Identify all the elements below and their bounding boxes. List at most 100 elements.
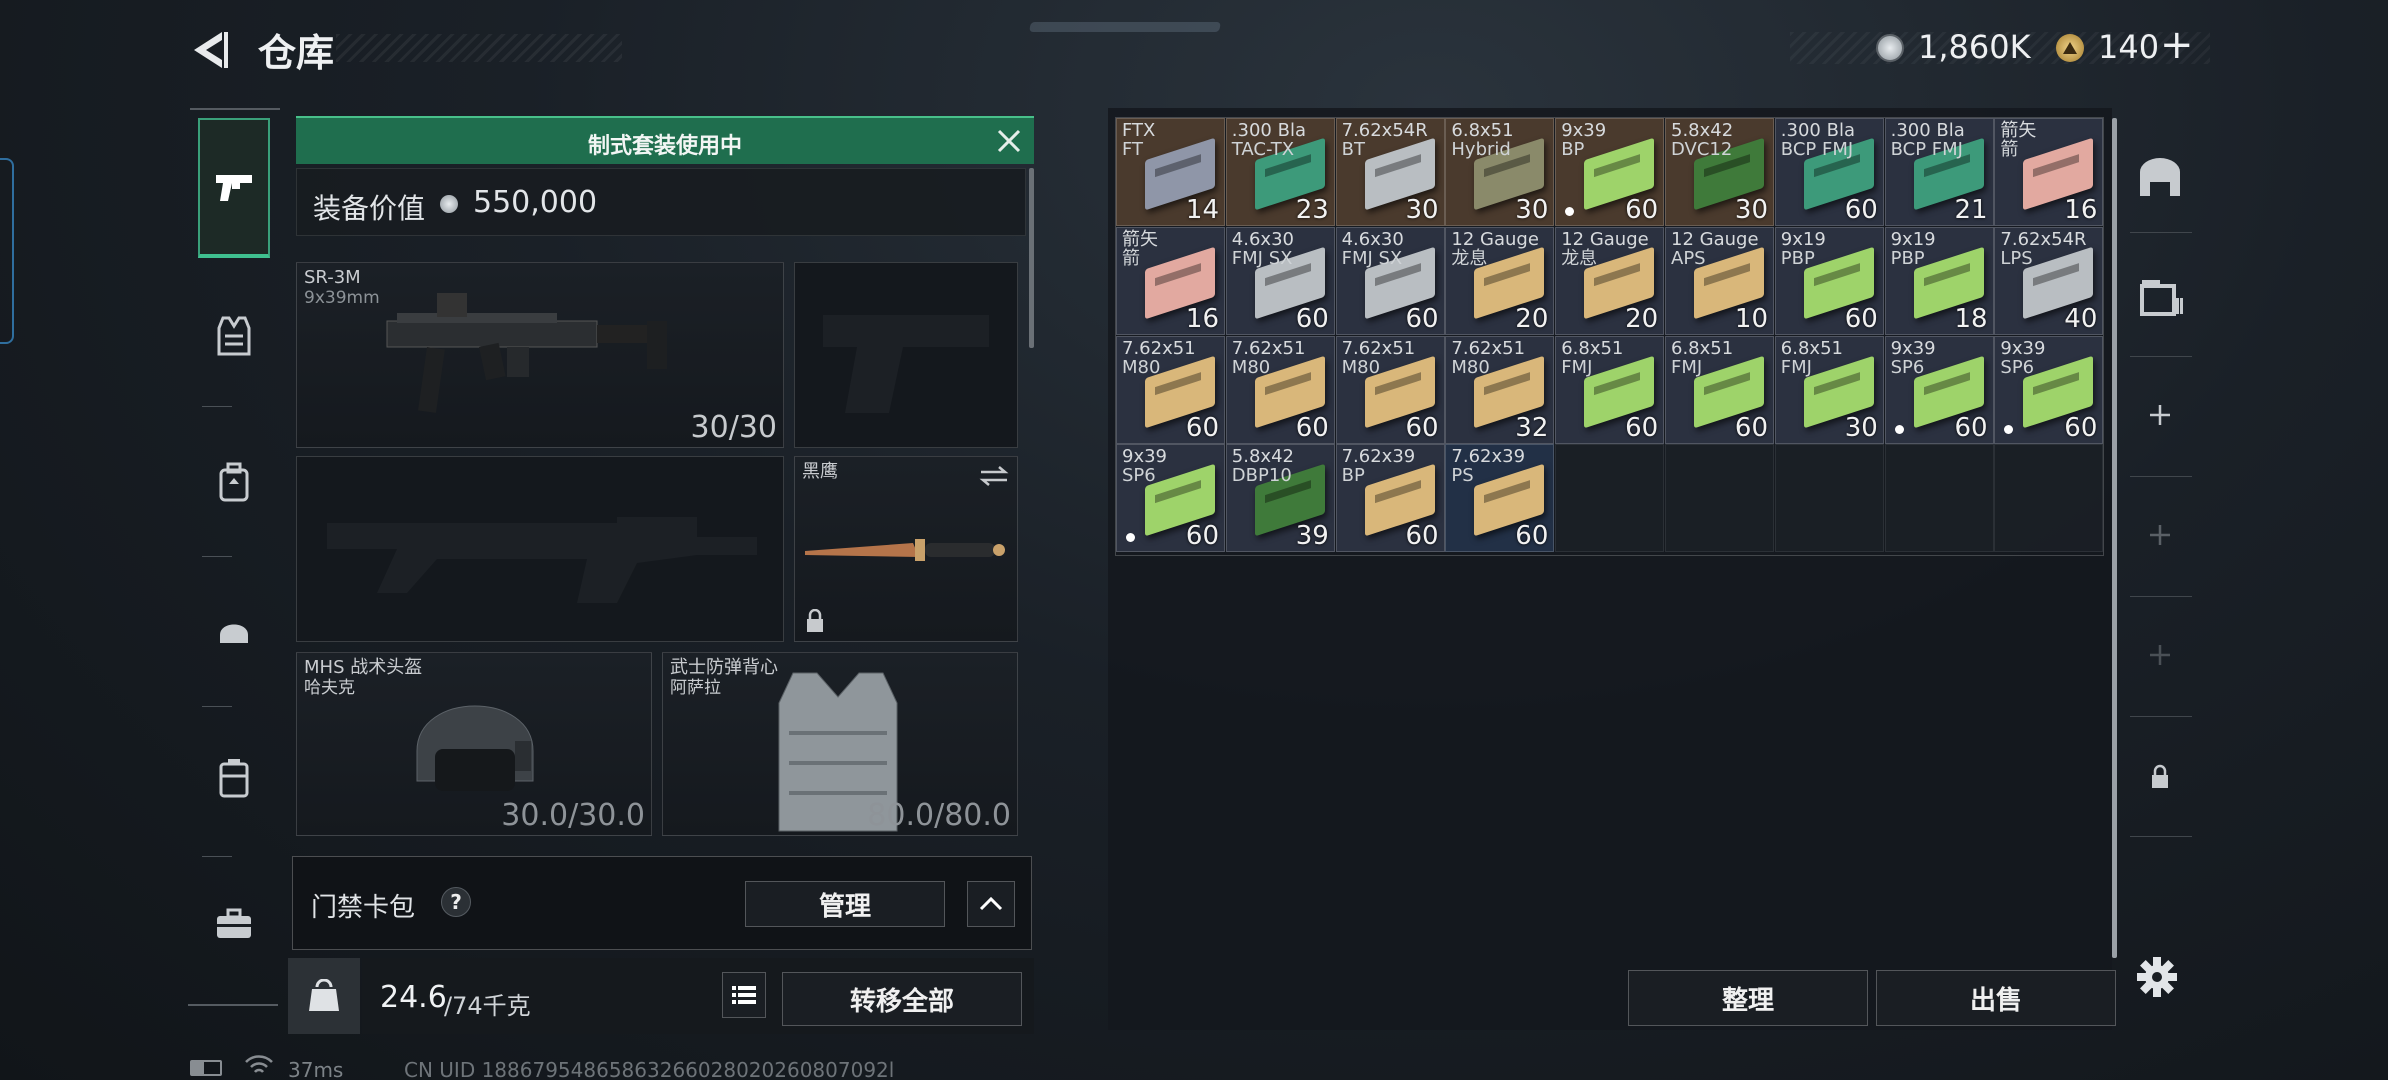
stash-item[interactable]: 箭矢箭 16 [1994, 118, 2104, 226]
collapse-button[interactable] [967, 881, 1015, 927]
stash-item[interactable]: 7.62x51 M80 32 [1445, 335, 1555, 444]
settings-button[interactable] [2122, 942, 2192, 1012]
stash-item[interactable]: 9x19 PBP 60 [1774, 226, 1884, 335]
item-quantity: 60 [1185, 412, 1219, 443]
stash-item[interactable]: 12 Gauge 龙息 20 [1445, 226, 1555, 335]
slot-melee[interactable]: 黑鹰 [794, 456, 1018, 642]
item-caliber: 7.62x51 [1231, 337, 1306, 359]
stash-item[interactable]: .300 Bla BCP FMJ 60 [1774, 118, 1884, 226]
empty-stash-slot[interactable] [1884, 444, 1994, 553]
stash-item[interactable]: 9x39 BP 60 [1555, 118, 1665, 226]
stash-item[interactable]: 6.8x51 FMJ 30 [1774, 335, 1884, 444]
item-caliber: 箭矢 [1122, 228, 1158, 250]
stash-item[interactable]: 9x39 SP6 60 [1884, 335, 1994, 444]
transfer-all-button[interactable]: 转移全部 [782, 972, 1022, 1026]
stash-item[interactable]: 5.8x42 DBP10 39 [1225, 444, 1335, 553]
list-view-button[interactable] [722, 972, 766, 1018]
title-decoration [336, 34, 622, 62]
stash-item[interactable]: 6.8x51 Hybrid 30 [1445, 118, 1555, 226]
weight-max: /74千克 [444, 992, 531, 1020]
slot-sidearm[interactable] [794, 262, 1018, 448]
chevron-up-icon [979, 897, 1003, 911]
stash-item[interactable]: 6.8x51 FMJ 60 [1665, 335, 1774, 444]
item-type: BP [1341, 465, 1365, 487]
loadout-value-row: 装备价值 550,000 [296, 168, 1026, 236]
container-separator [2130, 356, 2192, 357]
item-type: Hybrid [1451, 139, 1511, 160]
stash-item[interactable]: 12 Gauge APS 10 [1665, 226, 1774, 335]
stash-item[interactable]: 7.62x39 PS 60 [1445, 444, 1555, 553]
stash-item[interactable]: .300 Bla BCP FMJ 21 [1884, 118, 1994, 226]
stash-item[interactable]: 5.8x42 DVC12 30 [1665, 118, 1774, 226]
item-quantity: 40 [2064, 303, 2098, 334]
item-type: BCP FMJ [1780, 139, 1854, 160]
stash-item[interactable]: 7.62x51 M80 60 [1225, 335, 1335, 444]
stash-item[interactable]: 箭矢箭 16 [1116, 226, 1225, 335]
stash-item[interactable]: FTX FT 14 [1116, 118, 1225, 226]
stash-item[interactable]: 9x39 SP6 60 [1116, 444, 1225, 553]
sidebar-tab-helmet[interactable] [198, 594, 270, 666]
item-type: PS [1451, 465, 1474, 487]
stash-item[interactable]: 7.62x54R BT 30 [1335, 118, 1445, 226]
stash-item[interactable]: 7.62x54R LPS 40 [1994, 226, 2104, 335]
marker-dot [1894, 424, 1904, 434]
item-type: SP6 [2000, 356, 2035, 378]
slot-primary-weapon[interactable]: SR-3M 9x39mm 30/30 [296, 262, 784, 448]
stash-item[interactable]: 4.6x30 FMJ SX 60 [1335, 226, 1445, 335]
plus-icon [2150, 645, 2170, 665]
container-safe-tab[interactable] [2125, 142, 2195, 212]
container-separator [2130, 476, 2192, 477]
sell-button[interactable]: 出售 [1876, 970, 2116, 1026]
item-caliber: 12 Gauge [1561, 228, 1649, 250]
stash-item[interactable]: 9x19 PBP 18 [1884, 226, 1994, 335]
sidebar-tab-backpack[interactable] [198, 446, 270, 518]
slot-helmet[interactable]: MHS 战术头盔 哈夫克 30.0/30.0 [296, 652, 652, 836]
item-quantity: 60 [1844, 195, 1878, 225]
stash-item[interactable]: 7.62x51 M80 60 [1116, 335, 1225, 444]
container-separator [2130, 596, 2192, 597]
container-stash-tab[interactable] [2125, 260, 2195, 330]
item-quantity: 20 [1625, 303, 1659, 334]
stash-item[interactable]: 7.62x39 BP 60 [1335, 444, 1445, 553]
add-currency-button[interactable]: + [2160, 22, 2194, 68]
locked-container[interactable] [2125, 742, 2195, 812]
slot-secondary-weapon[interactable] [296, 456, 784, 642]
armor-name: 武士防弹背心 [670, 657, 778, 678]
stash-item[interactable]: 9x39 SP6 60 [1994, 335, 2104, 444]
manage-button[interactable]: 管理 [745, 881, 945, 927]
item-quantity: 60 [1844, 303, 1878, 334]
safe-icon [2140, 158, 2180, 196]
stash-item[interactable]: .300 Bla TAC-TX 23 [1225, 118, 1335, 226]
sort-button[interactable]: 整理 [1628, 970, 1868, 1026]
weight-lock-button[interactable] [288, 958, 360, 1034]
loadout-value-label: 装备价值 [313, 192, 426, 225]
help-icon[interactable]: ? [441, 887, 471, 917]
empty-stash-slot[interactable] [1665, 444, 1774, 553]
swap-icon[interactable] [979, 465, 1009, 487]
stash-scrollbar[interactable] [2112, 118, 2117, 958]
stash-item[interactable]: 12 Gauge 龙息 20 [1555, 226, 1665, 335]
empty-stash-slot[interactable] [1555, 444, 1665, 553]
empty-stash-slot[interactable] [1994, 444, 2104, 553]
stash-item[interactable]: 4.6x30 FMJ SX 60 [1225, 226, 1335, 335]
sidebar-tab-armor[interactable] [198, 300, 270, 372]
close-icon[interactable] [994, 126, 1024, 156]
item-caliber: 7.62x39 [1451, 446, 1526, 468]
item-type: BCP FMJ [1890, 139, 1963, 160]
sidebar-bottom-line [188, 1004, 278, 1006]
sidebar-tab-weapons[interactable] [198, 118, 270, 258]
backpack-icon [219, 462, 249, 502]
background-streak [1029, 22, 1221, 32]
loadout-scrollbar[interactable] [1029, 168, 1034, 348]
add-container-1[interactable] [2125, 380, 2195, 450]
back-button[interactable] [186, 28, 232, 72]
stash-item[interactable]: 6.8x51 FMJ 60 [1555, 335, 1665, 444]
stash-item[interactable]: 7.62x51 M80 60 [1335, 335, 1445, 444]
sidebar-tab-rig[interactable] [198, 742, 270, 814]
item-caliber: 6.8x51 [1671, 337, 1734, 359]
add-container-2[interactable] [2125, 500, 2195, 570]
slot-body-armor[interactable]: 武士防弹背心 阿萨拉 80.0/80.0 [662, 652, 1018, 836]
sidebar-tab-case[interactable] [198, 888, 270, 960]
empty-stash-slot[interactable] [1774, 444, 1884, 553]
add-container-3[interactable] [2125, 620, 2195, 690]
